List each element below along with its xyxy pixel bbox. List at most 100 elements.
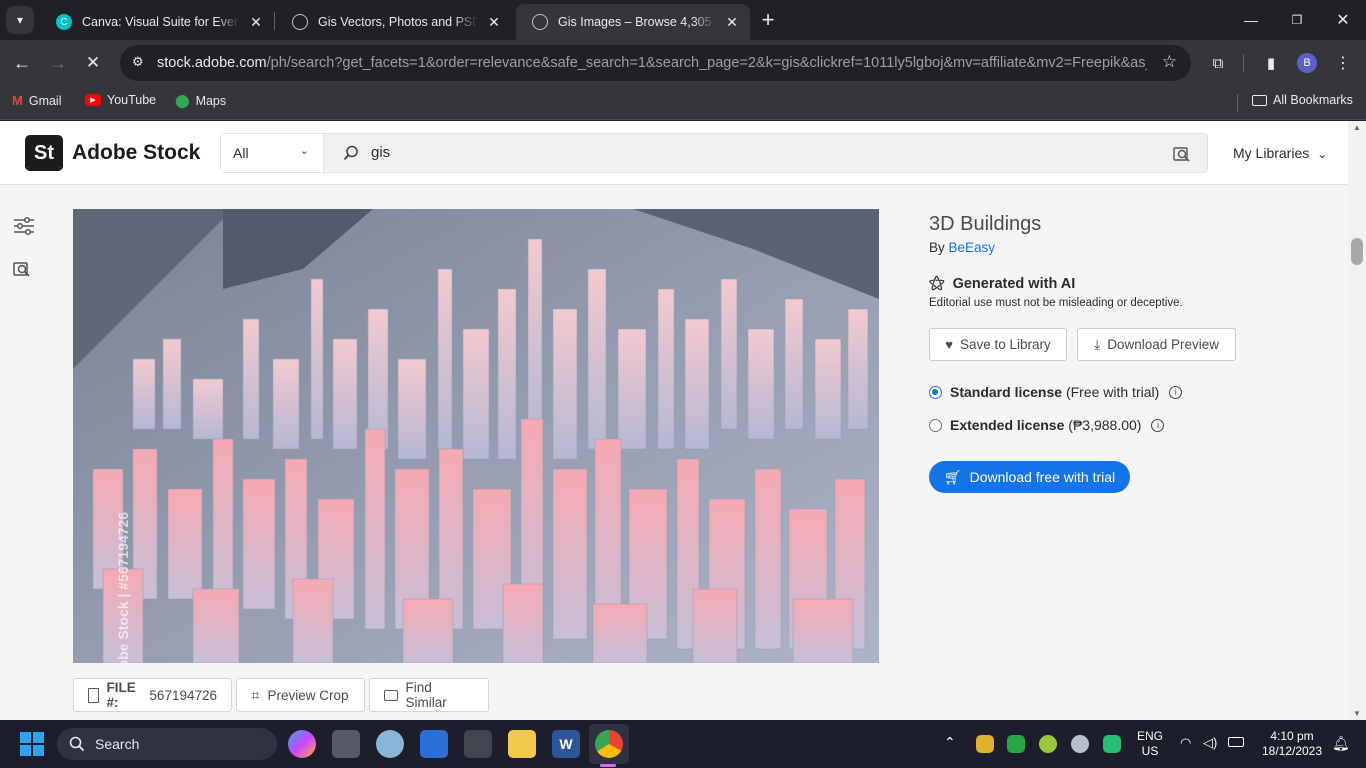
asset-type-value: All xyxy=(233,145,249,161)
copilot-icon[interactable] xyxy=(288,730,316,758)
find-similar-button[interactable]: Find Similar xyxy=(369,678,489,712)
browser-tab-strip: ▾ C Canva: Visual Suite for Everyone ✕ G… xyxy=(0,0,1366,40)
app-tray-icon[interactable] xyxy=(1039,735,1057,753)
scroll-down-icon[interactable]: ▼ xyxy=(1353,709,1361,718)
download-icon: ⤓ xyxy=(1093,336,1101,352)
extended-license-option[interactable]: Extended license (₱3,988.00) i xyxy=(929,417,1165,433)
meet-tray-icon[interactable] xyxy=(1103,735,1121,753)
ai-generated-icon: ⚝ xyxy=(929,275,945,292)
all-bookmarks-button[interactable]: All Bookmarks xyxy=(1252,93,1353,107)
standard-license-radio[interactable] xyxy=(929,385,942,399)
taskbar-search[interactable]: Search xyxy=(57,728,277,760)
bookmark-youtube[interactable]: ▶ YouTube xyxy=(85,93,156,107)
tab-divider xyxy=(274,12,275,30)
scrollbar-thumb[interactable] xyxy=(1351,238,1363,265)
my-libraries-menu[interactable]: My Libraries ⌄ xyxy=(1233,145,1327,161)
stop-loading-button[interactable]: ✕ xyxy=(79,49,107,77)
adobe-stock-logo[interactable]: St xyxy=(25,135,63,171)
tab-search-button[interactable]: ▾ xyxy=(6,6,34,34)
battery-icon[interactable] xyxy=(1228,737,1244,747)
url-text[interactable]: stock.adobe.com/ph/search?get_facets=1&o… xyxy=(157,55,1147,71)
bookmarks-divider xyxy=(1237,94,1238,112)
microsoft-store-icon[interactable] xyxy=(420,730,448,758)
chevron-down-icon: ⌄ xyxy=(299,145,309,157)
file-number-box: FILE #: 567194726 xyxy=(73,678,232,712)
brand-name[interactable]: Adobe Stock xyxy=(72,141,200,165)
clock[interactable]: 4:10 pm 18/12/2023 xyxy=(1256,729,1328,759)
canva-favicon-icon: C xyxy=(56,14,72,30)
bookmark-gmail[interactable]: M Gmail xyxy=(12,93,62,108)
notifications-icon[interactable]: 🔔︎ xyxy=(1332,735,1350,752)
file-label: FILE #: xyxy=(106,680,136,710)
side-panel-icon[interactable]: ▮ xyxy=(1257,49,1285,77)
standard-license-option[interactable]: Standard license (Free with trial) i xyxy=(929,384,1183,400)
browser-toolbar: ← → ✕ ⚙ stock.adobe.com/ph/search?get_fa… xyxy=(0,40,1366,86)
new-tab-button[interactable]: + xyxy=(754,6,782,34)
profile-avatar[interactable]: B xyxy=(1297,53,1317,73)
heart-icon: ♥ xyxy=(945,337,953,352)
asset-preview-image[interactable]: Adobe Stock | #567194726 xyxy=(73,209,879,663)
bookmark-maps[interactable]: ⬤ Maps xyxy=(175,93,226,109)
task-view-icon[interactable] xyxy=(332,730,360,758)
asset-title: 3D Buildings xyxy=(929,213,1042,235)
site-info-icon[interactable]: ⚙ xyxy=(132,54,144,70)
filters-icon[interactable] xyxy=(13,215,35,237)
tab-freepik[interactable]: Gis Vectors, Photos and PSD files ✕ xyxy=(276,4,512,40)
page-favicon-icon xyxy=(292,14,308,30)
camera-icon xyxy=(384,689,398,701)
folder-icon xyxy=(1252,94,1267,106)
extensions-icon[interactable]: ⧉ xyxy=(1204,49,1232,77)
chrome-icon[interactable] xyxy=(595,730,623,758)
bookmark-star-icon[interactable]: ☆ xyxy=(1162,52,1177,72)
tab-title: Canva: Visual Suite for Everyone xyxy=(82,15,240,29)
language-indicator[interactable]: ENG US xyxy=(1135,729,1165,759)
drive-tray-icon[interactable] xyxy=(1007,735,1025,753)
page-scrollbar[interactable]: ▲ ▼ xyxy=(1348,121,1366,720)
tab-canva[interactable]: C Canva: Visual Suite for Everyone ✕ xyxy=(40,4,274,40)
forward-button[interactable]: → xyxy=(44,49,72,77)
word-icon[interactable]: W xyxy=(552,730,580,758)
visual-search-icon[interactable] xyxy=(1173,145,1191,163)
weather-widget-icon[interactable] xyxy=(376,730,404,758)
visual-search-rail-icon[interactable] xyxy=(13,259,35,281)
wifi-icon[interactable]: ◠ xyxy=(1180,735,1191,751)
volume-icon[interactable]: ◁) xyxy=(1203,735,1217,751)
info-icon[interactable]: i xyxy=(1151,418,1165,432)
scroll-up-icon[interactable]: ▲ xyxy=(1353,123,1361,132)
back-button[interactable]: ← xyxy=(8,49,36,77)
cart-icon: 🛒︎ xyxy=(943,468,962,485)
asset-type-dropdown[interactable]: All ⌄ xyxy=(221,134,324,172)
clock-date: 18/12/2023 xyxy=(1261,744,1323,758)
youtube-icon: ▶ xyxy=(85,94,101,106)
author-link[interactable]: BeEasy xyxy=(949,240,996,255)
close-tab-icon[interactable]: ✕ xyxy=(248,14,264,30)
camera-app-icon[interactable] xyxy=(464,730,492,758)
tab-adobe-stock[interactable]: Gis Images – Browse 4,305 Stock ✕ xyxy=(516,4,750,40)
preview-crop-label: Preview Crop xyxy=(267,687,349,703)
minimize-button[interactable]: — xyxy=(1228,0,1274,40)
download-free-trial-button[interactable]: 🛒︎ Download free with trial xyxy=(929,461,1130,493)
search-icon xyxy=(69,736,85,752)
file-explorer-icon[interactable] xyxy=(508,730,536,758)
save-to-library-button[interactable]: ♥ Save to Library xyxy=(929,328,1067,361)
show-hidden-icons[interactable]: ⌃ xyxy=(944,734,956,751)
close-tab-icon[interactable]: ✕ xyxy=(724,14,740,30)
bookmark-label: YouTube xyxy=(107,93,157,107)
preview-crop-button[interactable]: ⌗ Preview Crop xyxy=(236,678,365,712)
start-button[interactable] xyxy=(20,732,44,756)
download-free-trial-label: Download free with trial xyxy=(969,469,1116,485)
search-input[interactable]: gis xyxy=(371,144,390,161)
browser-menu-icon[interactable]: ⋮ xyxy=(1329,49,1357,77)
generated-ai-label: Generated with AI xyxy=(952,276,1076,292)
address-bar[interactable]: ⚙ stock.adobe.com/ph/search?get_facets=1… xyxy=(120,45,1191,81)
security-tray-icon[interactable] xyxy=(976,735,994,753)
extended-license-radio[interactable] xyxy=(929,418,942,432)
close-window-button[interactable]: ✕ xyxy=(1320,0,1366,40)
restore-button[interactable]: ❐ xyxy=(1274,0,1320,40)
onedrive-tray-icon[interactable] xyxy=(1071,735,1089,753)
info-icon[interactable]: i xyxy=(1169,385,1183,399)
download-preview-button[interactable]: ⤓ Download Preview xyxy=(1077,328,1236,361)
city-buildings-illustration xyxy=(73,209,879,663)
close-tab-icon[interactable]: ✕ xyxy=(486,14,502,30)
file-icon xyxy=(88,687,99,703)
